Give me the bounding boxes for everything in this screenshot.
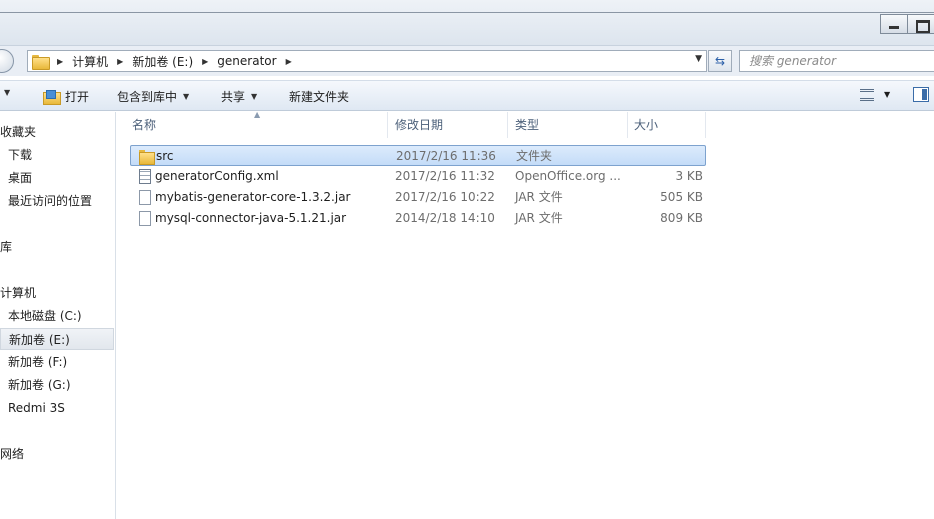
view-options-icon[interactable]: [860, 89, 874, 101]
chevron-down-icon: ▼: [183, 92, 190, 101]
file-date: 2017/2/16 10:22: [395, 190, 495, 204]
phone-icon: [0, 403, 6, 415]
column-header-type[interactable]: 类型: [508, 112, 628, 138]
title-bar: [0, 0, 934, 46]
desktop-icon: [0, 173, 6, 185]
chevron-down-icon[interactable]: ▼: [884, 90, 890, 99]
nav-drive-f[interactable]: 新加卷 (F:): [0, 351, 67, 373]
file-icon: [139, 211, 151, 226]
breadcrumb-drive-e[interactable]: 新加卷 (E:): [132, 53, 193, 70]
column-header-date[interactable]: 修改日期: [388, 112, 508, 138]
drive-icon: [0, 311, 6, 323]
nav-drive-c[interactable]: 本地磁盘 (C:): [0, 305, 82, 327]
breadcrumb-computer[interactable]: 计算机: [72, 53, 108, 70]
chevron-right-icon[interactable]: ▶: [117, 57, 123, 66]
file-type: JAR 文件: [515, 190, 563, 204]
nav-phone[interactable]: Redmi 3S: [0, 397, 65, 419]
file-name: generatorConfig.xml: [155, 169, 279, 183]
address-row: ▶ 计算机 ▶ 新加卷 (E:) ▶ generator ▶ ▼ ⇆ 搜索 ge…: [0, 46, 934, 76]
nav-desktop[interactable]: 桌面: [0, 167, 32, 189]
share-label: 共享: [221, 90, 246, 104]
column-header-name[interactable]: 名称: [117, 112, 388, 138]
file-row[interactable]: mysql-connector-java-5.1.21.jar 2014/2/1…: [130, 208, 706, 229]
chevron-right-icon[interactable]: ▶: [202, 57, 208, 66]
chevron-down-icon: ▼: [251, 92, 258, 101]
file-date: 2014/2/18 14:10: [395, 211, 495, 225]
include-in-library-button[interactable]: 包含到库中 ▼: [117, 88, 189, 105]
drive-icon: [0, 380, 6, 392]
refresh-icon: ⇆: [714, 54, 726, 68]
new-folder-button[interactable]: 新建文件夹: [289, 88, 349, 105]
file-date: 2017/2/16 11:36: [396, 149, 496, 163]
nav-network[interactable]: 网络: [0, 443, 24, 465]
maximize-button[interactable]: [907, 14, 934, 34]
recent-places-icon: [0, 196, 6, 208]
file-type: OpenOffice.org ...: [515, 169, 621, 183]
file-size: 3 KB: [675, 169, 703, 183]
file-row[interactable]: mybatis-generator-core-1.3.2.jar 2017/2/…: [130, 187, 706, 208]
folder-icon: [32, 54, 50, 70]
nav-computer[interactable]: 计算机: [0, 282, 36, 304]
open-label: 打开: [65, 90, 90, 104]
search-input[interactable]: 搜索 generator: [739, 50, 934, 72]
file-date: 2017/2/16 11:32: [395, 169, 495, 183]
nav-libraries[interactable]: 库: [0, 236, 12, 258]
drive-icon: [0, 357, 6, 369]
chevron-right-icon[interactable]: ▶: [286, 57, 292, 66]
preview-pane-icon[interactable]: [913, 87, 929, 102]
open-button[interactable]: 打开: [43, 88, 89, 105]
nav-drive-e[interactable]: 新加卷 (E:): [0, 328, 114, 350]
refresh-button[interactable]: ⇆: [708, 50, 732, 72]
nav-favorites[interactable]: 收藏夹: [0, 121, 36, 143]
file-row[interactable]: generatorConfig.xml 2017/2/16 11:32 Open…: [130, 166, 706, 187]
file-size: 809 KB: [660, 211, 703, 225]
file-list-pane: ▲ 名称 修改日期 类型 大小 src 2017/2/16 11:36 文件夹 …: [117, 110, 934, 519]
drive-icon: [1, 335, 7, 347]
column-header-size[interactable]: 大小: [628, 112, 706, 138]
share-button[interactable]: 共享 ▼: [221, 88, 257, 105]
file-type: 文件夹: [516, 149, 553, 163]
title-divider: [0, 12, 934, 13]
nav-drive-g[interactable]: 新加卷 (G:): [0, 374, 71, 396]
file-name: mysql-connector-java-5.1.21.jar: [155, 211, 347, 225]
address-bar[interactable]: ▶ 计算机 ▶ 新加卷 (E:) ▶ generator ▶ ▼: [27, 50, 707, 72]
navigation-pane: 收藏夹 下载 桌面 最近访问的位置 库 计算机 本地磁盘 (C:) 新加卷 (E…: [0, 112, 116, 519]
nav-downloads[interactable]: 下载: [0, 144, 32, 166]
file-name: src: [156, 149, 174, 163]
organize-caret-icon[interactable]: ▼: [4, 88, 10, 97]
window-controls: [880, 14, 934, 34]
new-folder-label: 新建文件夹: [289, 90, 350, 104]
nav-recent-places[interactable]: 最近访问的位置: [0, 190, 92, 212]
minimize-button[interactable]: [880, 14, 907, 34]
include-in-library-label: 包含到库中: [117, 90, 178, 104]
open-icon: [43, 89, 61, 105]
file-type: JAR 文件: [515, 211, 563, 225]
breadcrumb-generator[interactable]: generator: [217, 54, 276, 68]
folder-icon: [139, 149, 155, 165]
file-name: mybatis-generator-core-1.3.2.jar: [155, 190, 351, 204]
file-row[interactable]: src 2017/2/16 11:36 文件夹: [130, 145, 706, 166]
file-icon: [139, 190, 151, 205]
back-button[interactable]: [0, 49, 14, 73]
chevron-right-icon[interactable]: ▶: [57, 57, 63, 66]
downloads-icon: [0, 150, 6, 162]
file-size: 505 KB: [660, 190, 703, 204]
command-toolbar: ▼ 打开 包含到库中 ▼ 共享 ▼ 新建文件夹 ▼: [0, 80, 934, 111]
address-dropdown-icon[interactable]: ▼: [695, 54, 702, 64]
spreadsheet-file-icon: [139, 169, 151, 184]
